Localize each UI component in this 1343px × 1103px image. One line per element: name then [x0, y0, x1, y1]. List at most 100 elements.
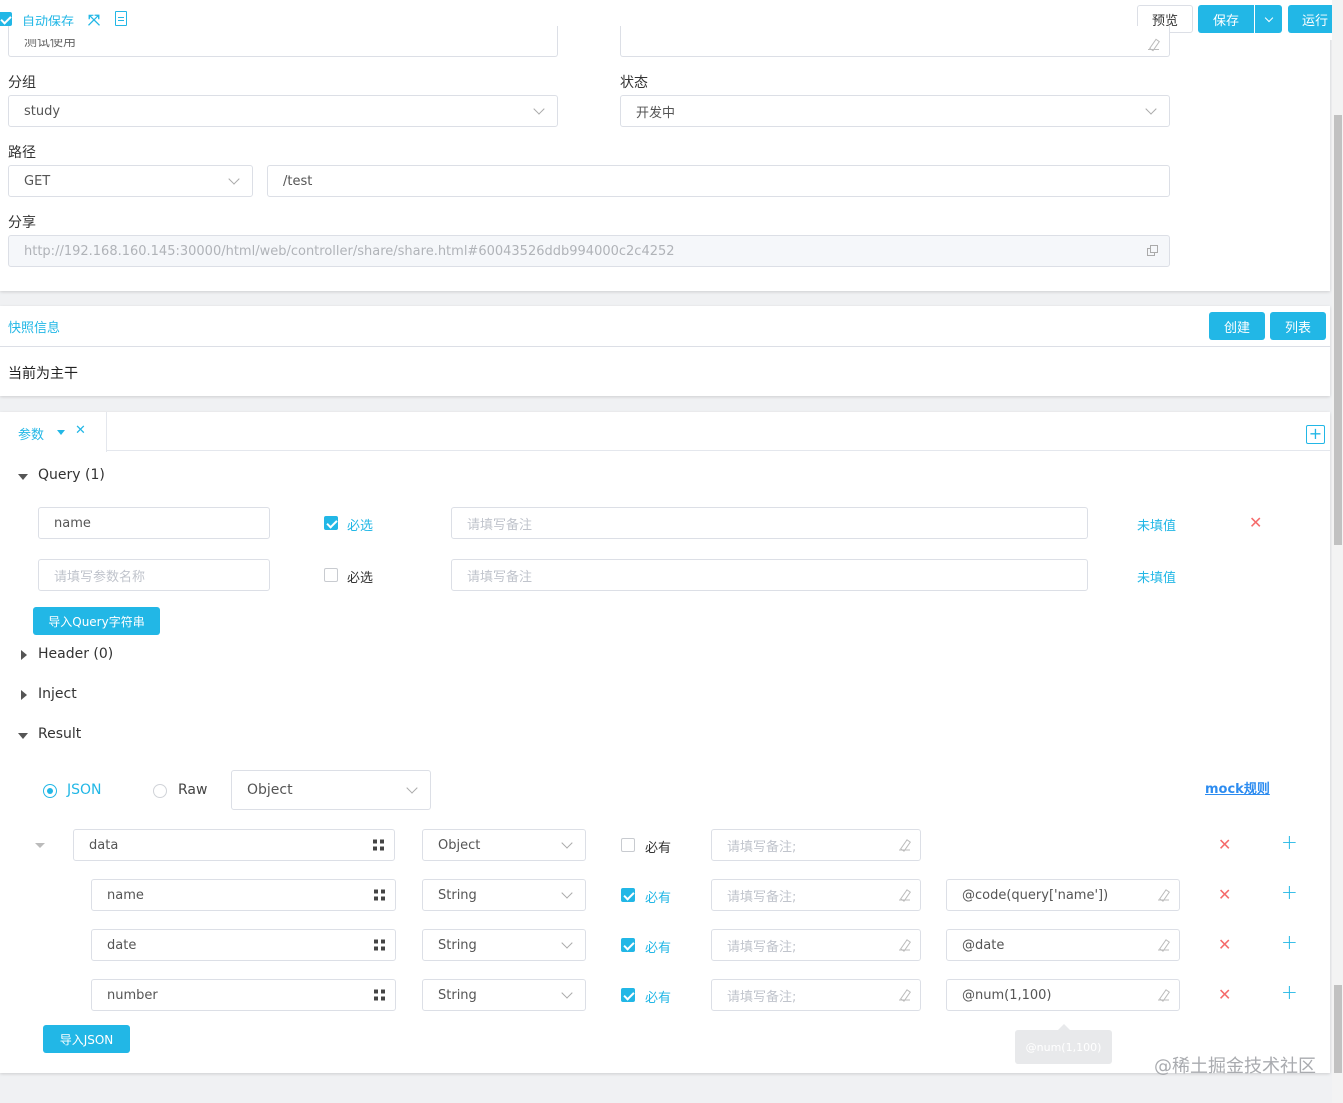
query-required-label[interactable]: 必选	[347, 515, 373, 534]
json-radio-label[interactable]: JSON	[67, 782, 102, 798]
params-tab[interactable]: 参数 ✕	[0, 412, 107, 452]
result-type-select[interactable]: Object	[231, 770, 431, 810]
result-required-checkbox[interactable]	[621, 888, 635, 902]
result-required-checkbox[interactable]	[621, 938, 635, 952]
grid-icon[interactable]	[373, 839, 384, 851]
query-required-label[interactable]: 必选	[347, 567, 373, 586]
query-param-name-input[interactable]: name	[38, 507, 270, 539]
result-field-name-input[interactable]: data	[73, 829, 395, 861]
header-title[interactable]: Header (0)	[38, 646, 113, 662]
header-expand-icon[interactable]	[21, 650, 27, 660]
result-required-label[interactable]: 必有	[645, 837, 671, 856]
chevron-down-icon	[406, 782, 418, 794]
result-required-checkbox[interactable]	[621, 838, 635, 852]
collapse-row-icon[interactable]	[35, 843, 45, 848]
query-value-link[interactable]: 未填值	[1137, 515, 1176, 534]
scrollbar-track[interactable]	[1332, 0, 1343, 1103]
result-required-label[interactable]: 必有	[645, 937, 671, 956]
caret-down-icon[interactable]	[57, 430, 65, 435]
inject-title[interactable]: Inject	[38, 686, 77, 702]
result-field-name-input[interactable]: name	[91, 879, 396, 911]
save-button[interactable]: 保存	[1198, 5, 1254, 33]
tab-params-label: 参数	[18, 428, 45, 443]
result-field-type-select[interactable]: Object	[422, 829, 586, 861]
result-required-label[interactable]: 必有	[645, 887, 671, 906]
query-title[interactable]: Query (1)	[38, 467, 105, 483]
result-title[interactable]: Result	[38, 726, 81, 742]
add-child-icon[interactable]: +	[1281, 930, 1298, 954]
query-expand-icon[interactable]	[18, 474, 28, 480]
chevron-down-icon	[228, 173, 240, 185]
toolbar-cover	[0, 0, 1137, 40]
edit-icon	[1148, 39, 1159, 50]
add-child-icon[interactable]: +	[1281, 880, 1298, 904]
query-remark-input[interactable]: 请填写备注	[451, 507, 1088, 539]
copy-icon[interactable]	[1147, 245, 1159, 257]
query-required-checkbox[interactable]	[324, 568, 338, 582]
result-field-name-input[interactable]: date	[91, 929, 396, 961]
result-mock-input[interactable]: @date	[946, 929, 1180, 961]
watermark: @稀土掘金技术社区	[1154, 1056, 1316, 1077]
delete-icon[interactable]: ✕	[1249, 513, 1262, 532]
result-field-type-select[interactable]: String	[422, 879, 586, 911]
grid-icon[interactable]	[374, 889, 385, 901]
divider	[0, 346, 1330, 347]
result-field-type-select[interactable]: String	[422, 979, 586, 1011]
result-field-type-select[interactable]: String	[422, 929, 586, 961]
result-mock-input[interactable]: @num(1,100)	[946, 979, 1180, 1011]
raw-radio-label[interactable]: Raw	[178, 782, 207, 798]
add-child-icon[interactable]: +	[1281, 830, 1298, 854]
inject-expand-icon[interactable]	[21, 690, 27, 700]
delete-icon[interactable]: ✕	[1218, 835, 1231, 854]
query-param-name-input[interactable]: 请填写参数名称	[38, 559, 270, 591]
result-expand-icon[interactable]	[18, 733, 28, 739]
add-tab-icon[interactable]: +	[1306, 425, 1325, 444]
close-icon[interactable]: ✕	[75, 423, 86, 438]
result-required-label[interactable]: 必有	[645, 987, 671, 1006]
import-query-button[interactable]: 导入Query字符串	[33, 607, 160, 635]
method-select[interactable]: GET	[8, 165, 253, 197]
delete-icon[interactable]: ✕	[1218, 885, 1231, 904]
path-input[interactable]: /test	[267, 165, 1170, 197]
result-mock-input[interactable]: @code(query['name'])	[946, 879, 1180, 911]
delete-icon[interactable]: ✕	[1218, 985, 1231, 1004]
grid-icon[interactable]	[374, 939, 385, 951]
chevron-down-icon	[561, 937, 573, 949]
chevron-down-icon	[1145, 103, 1157, 115]
mock-rules-link[interactable]: mock规则	[1205, 778, 1270, 797]
result-remark-input[interactable]: 请填写备注;	[711, 829, 921, 861]
tooltip-arrow	[1058, 1024, 1070, 1030]
grid-icon[interactable]	[374, 989, 385, 1001]
add-child-icon[interactable]: +	[1281, 980, 1298, 1004]
result-remark-input[interactable]: 请填写备注;	[711, 879, 921, 911]
json-radio[interactable]	[43, 784, 57, 798]
query-value-link[interactable]: 未填值	[1137, 567, 1176, 586]
result-field-name-input[interactable]: number	[91, 979, 396, 1011]
chevron-down-icon	[561, 887, 573, 899]
chevron-down-icon	[561, 837, 573, 849]
result-remark-input[interactable]: 请填写备注;	[711, 979, 921, 1011]
delete-icon[interactable]: ✕	[1218, 935, 1231, 954]
edit-icon	[899, 840, 910, 851]
status-label: 状态	[620, 75, 648, 91]
share-label: 分享	[8, 215, 36, 231]
result-remark-input[interactable]: 请填写备注;	[711, 929, 921, 961]
result-required-checkbox[interactable]	[621, 988, 635, 1002]
scrollbar-thumb[interactable]	[1334, 115, 1342, 545]
share-url-input[interactable]: http://192.168.160.145:30000/html/web/co…	[8, 235, 1170, 267]
save-dropdown-button[interactable]	[1254, 5, 1282, 33]
group-select[interactable]: study	[8, 95, 558, 127]
mock-tooltip: @num(1,100)	[1015, 1030, 1112, 1064]
chevron-down-icon	[561, 987, 573, 999]
import-json-button[interactable]: 导入JSON	[43, 1025, 130, 1053]
scrollbar-thumb-lower[interactable]	[1334, 985, 1342, 1073]
snapshot-list-button[interactable]: 列表	[1270, 312, 1326, 340]
query-remark-input[interactable]: 请填写备注	[451, 559, 1088, 591]
status-select[interactable]: 开发中	[620, 95, 1170, 127]
snapshot-panel	[0, 306, 1330, 396]
query-required-checkbox[interactable]	[324, 516, 338, 530]
edit-icon	[1158, 990, 1169, 1001]
snapshot-title: 快照信息	[8, 321, 61, 336]
snapshot-create-button[interactable]: 创建	[1209, 312, 1265, 340]
raw-radio[interactable]	[153, 784, 167, 798]
